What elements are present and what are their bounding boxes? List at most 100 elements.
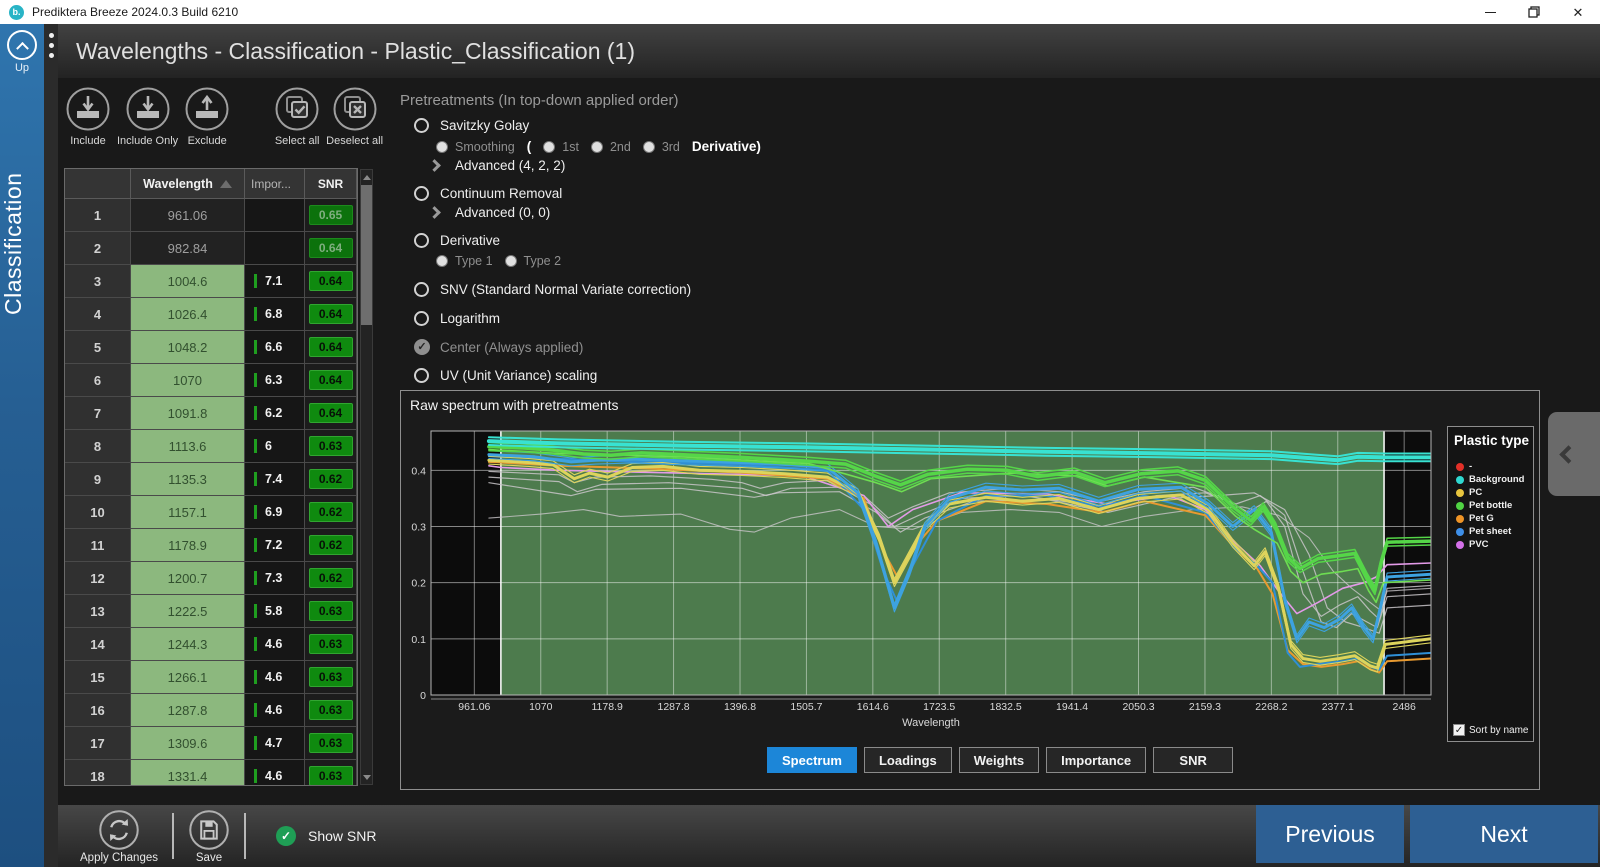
table-row[interactable]: 1961.060.65 [65, 199, 357, 232]
wavelength-cell[interactable]: 1200.7 [131, 562, 245, 595]
legend-item[interactable]: PC [1456, 486, 1533, 499]
type2-radio-icon[interactable] [505, 255, 517, 267]
scroll-up-icon[interactable] [361, 170, 372, 184]
snr-badge: 0.63 [309, 601, 353, 621]
show-snr-checkbox[interactable]: ✓ Show SNR [276, 826, 376, 846]
wavelength-cell[interactable]: 1113.6 [131, 430, 245, 463]
table-row[interactable]: 121200.77.30.62 [65, 562, 357, 595]
continuum-advanced[interactable]: Advanced (0, 0) [426, 205, 960, 220]
table-row[interactable]: 101157.16.90.62 [65, 496, 357, 529]
green-check-icon[interactable]: ✓ [276, 826, 296, 846]
third-derivative-radio-icon[interactable] [643, 141, 655, 153]
wavelength-cell[interactable]: 1004.6 [131, 265, 245, 298]
legend-item[interactable]: - [1456, 460, 1533, 473]
wavelength-column-header[interactable]: Wavelength [131, 169, 245, 199]
tab-weights[interactable]: Weights [959, 747, 1039, 773]
checkbox-checked-icon[interactable]: ✓ [1453, 724, 1465, 736]
wavelength-cell[interactable]: 1244.3 [131, 628, 245, 661]
wavelength-cell[interactable]: 1266.1 [131, 661, 245, 694]
radio-icon[interactable] [414, 368, 429, 383]
include-only-button[interactable]: Include Only [114, 86, 181, 147]
radio-icon[interactable] [414, 118, 429, 133]
radio-icon[interactable] [414, 233, 429, 248]
apply-changes-button[interactable]: Apply Changes [80, 809, 158, 864]
sort-by-name-checkbox[interactable]: ✓ Sort by name [1453, 724, 1528, 736]
tab-snr[interactable]: SNR [1153, 747, 1233, 773]
scroll-down-icon[interactable] [361, 770, 372, 784]
radio-icon[interactable] [414, 311, 429, 326]
savitzky-advanced[interactable]: Advanced (4, 2, 2) [426, 158, 960, 173]
restore-button[interactable] [1512, 0, 1556, 24]
up-button[interactable]: Up [0, 28, 44, 90]
svg-text:1396.8: 1396.8 [724, 701, 756, 713]
type1-radio-icon[interactable] [436, 255, 448, 267]
radio-icon[interactable] [414, 186, 429, 201]
wavelength-cell[interactable]: 1070 [131, 364, 245, 397]
smoothing-radio-icon[interactable] [436, 141, 448, 153]
legend-item[interactable]: Pet G [1456, 512, 1533, 525]
wavelength-cell[interactable]: 1157.1 [131, 496, 245, 529]
os-titlebar: b. Prediktera Breeze 2024.0.3 Build 6210… [0, 0, 1600, 24]
legend-item[interactable]: Pet sheet [1456, 525, 1533, 538]
close-button[interactable]: ✕ [1556, 0, 1600, 24]
derivative-option[interactable]: Derivative [414, 233, 960, 248]
table-row[interactable]: 41026.46.80.64 [65, 298, 357, 331]
importance-column-header[interactable]: Impor... [245, 169, 305, 199]
include-button[interactable]: Include [62, 86, 114, 147]
wavelength-cell[interactable]: 1287.8 [131, 694, 245, 727]
table-row[interactable]: 131222.55.80.63 [65, 595, 357, 628]
legend-item[interactable]: Background [1456, 473, 1533, 486]
tab-importance[interactable]: Importance [1046, 747, 1146, 773]
table-row[interactable]: 161287.84.60.63 [65, 694, 357, 727]
deselect-all-button[interactable]: Deselect all [323, 86, 386, 147]
second-derivative-radio-icon[interactable] [591, 141, 603, 153]
logarithm-option[interactable]: Logarithm [414, 311, 960, 326]
next-button[interactable]: Next [1410, 805, 1598, 863]
first-derivative-radio-icon[interactable] [543, 141, 555, 153]
save-button[interactable]: Save [188, 809, 230, 864]
uv-scaling-option[interactable]: UV (Unit Variance) scaling [414, 368, 960, 383]
wavelength-cell[interactable]: 1309.6 [131, 727, 245, 760]
wavelength-cell[interactable]: 982.84 [131, 232, 245, 265]
scrollbar-thumb[interactable] [361, 185, 372, 325]
tab-loadings[interactable]: Loadings [864, 747, 952, 773]
legend-item[interactable]: Pet bottle [1456, 499, 1533, 512]
wavelength-cell[interactable]: 1048.2 [131, 331, 245, 364]
snv-option[interactable]: SNV (Standard Normal Variate correction) [414, 282, 960, 297]
continuum-removal-option[interactable]: Continuum Removal [414, 186, 960, 201]
wavelength-cell[interactable]: 1331.4 [131, 760, 245, 786]
svg-text:1070: 1070 [529, 701, 553, 713]
snr-column-header[interactable]: SNR [305, 169, 357, 199]
legend-collapse-handle[interactable] [1548, 412, 1600, 496]
kebab-menu-icon[interactable] [49, 33, 55, 58]
wavelength-cell[interactable]: 961.06 [131, 199, 245, 232]
wavelength-cell[interactable]: 1222.5 [131, 595, 245, 628]
table-row[interactable]: 141244.34.60.63 [65, 628, 357, 661]
table-row[interactable]: 171309.64.70.63 [65, 727, 357, 760]
legend-item[interactable]: PVC [1456, 538, 1533, 551]
table-scrollbar[interactable] [360, 169, 373, 785]
wavelength-cell[interactable]: 1091.8 [131, 397, 245, 430]
table-row[interactable]: 181331.44.60.63 [65, 760, 357, 786]
spectrum-plot[interactable]: 961.0610701178.91287.81396.81505.71614.6… [401, 423, 1437, 729]
savitzky-golay-option[interactable]: Savitzky Golay [414, 118, 960, 133]
table-row[interactable]: 610706.30.64 [65, 364, 357, 397]
minimize-button[interactable] [1468, 0, 1512, 24]
table-row[interactable]: 151266.14.60.63 [65, 661, 357, 694]
wavelength-cell[interactable]: 1135.3 [131, 463, 245, 496]
table-row[interactable]: 71091.86.20.64 [65, 397, 357, 430]
table-row[interactable]: 111178.97.20.62 [65, 529, 357, 562]
select-all-button[interactable]: Select all [271, 86, 323, 147]
previous-button[interactable]: Previous [1256, 805, 1404, 863]
table-row[interactable]: 81113.660.63 [65, 430, 357, 463]
view-tabs: Spectrum Loadings Weights Importance SNR [767, 747, 1233, 773]
tab-spectrum[interactable]: Spectrum [767, 747, 857, 773]
table-row[interactable]: 51048.26.60.64 [65, 331, 357, 364]
wavelength-cell[interactable]: 1026.4 [131, 298, 245, 331]
exclude-button[interactable]: Exclude [181, 86, 233, 147]
table-row[interactable]: 31004.67.10.64 [65, 265, 357, 298]
radio-icon[interactable] [414, 282, 429, 297]
table-row[interactable]: 2982.840.64 [65, 232, 357, 265]
table-row[interactable]: 91135.37.40.62 [65, 463, 357, 496]
wavelength-cell[interactable]: 1178.9 [131, 529, 245, 562]
